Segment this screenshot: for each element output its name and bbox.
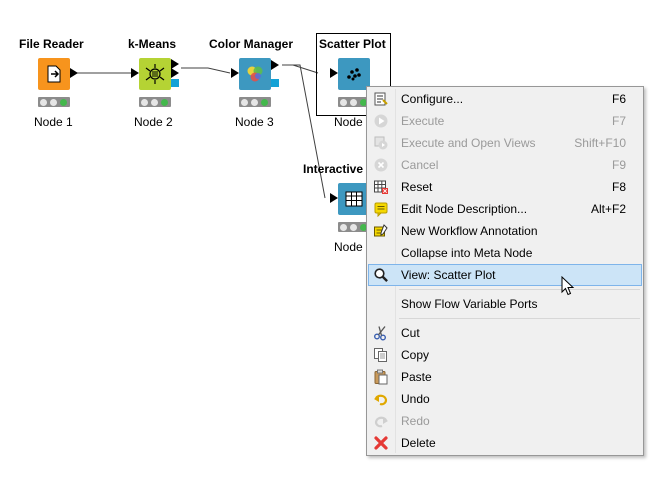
menu-item-label: Collapse into Meta Node — [401, 246, 533, 260]
delete-icon — [374, 436, 388, 450]
reset-icon — [374, 180, 388, 194]
connection-lines — [77, 64, 326, 199]
menu-item-label: Edit Node Description... — [401, 202, 528, 216]
menu-item-undo[interactable]: Undo — [368, 388, 642, 410]
mouse-cursor-icon — [561, 276, 575, 296]
menu-item-delete[interactable]: Delete — [368, 432, 642, 454]
menu-item-paste[interactable]: Paste — [368, 366, 642, 388]
menu-item-label: Cut — [401, 326, 420, 340]
configure-icon — [374, 92, 388, 106]
menu-separator — [399, 318, 640, 319]
cancel-icon — [374, 158, 388, 172]
node-label: Node 1 — [34, 115, 73, 129]
menu-item-shortcut: F7 — [611, 114, 626, 128]
menu-item-label: Execute — [401, 114, 445, 128]
menu-separator — [399, 289, 640, 290]
k-means-node[interactable] — [139, 58, 171, 90]
menu-item-show-flow-variable-ports[interactable]: Show Flow Variable Ports — [368, 293, 642, 315]
menu-item-cancel[interactable]: Cancel F9 — [368, 154, 642, 176]
menu-item-shortcut: F8 — [611, 180, 626, 194]
annotation-icon — [374, 224, 388, 237]
model-out-port[interactable] — [271, 79, 279, 87]
out-port-arrow[interactable] — [171, 68, 179, 78]
menu-item-shortcut: Alt+F2 — [590, 202, 626, 216]
menu-item-label: Cancel — [401, 158, 439, 172]
k-means-icon — [145, 64, 165, 84]
menu-item-label: Paste — [401, 370, 432, 384]
node-label: Node 3 — [235, 115, 274, 129]
menu-item-label: New Workflow Annotation — [401, 224, 538, 238]
menu-item-edit-node-description[interactable]: Edit Node Description... Alt+F2 — [368, 198, 642, 220]
menu-item-execute-open-views[interactable]: Execute and Open Views Shift+F10 — [368, 132, 642, 154]
file-reader-icon — [47, 65, 61, 83]
node-title: k-Means — [128, 37, 177, 51]
menu-item-label: Reset — [401, 180, 433, 194]
menu-item-redo[interactable]: Redo — [368, 410, 642, 432]
menu-item-new-workflow-annotation[interactable]: New Workflow Annotation — [368, 220, 642, 242]
copy-icon — [374, 348, 387, 362]
menu-item-label: Redo — [401, 414, 430, 428]
status-lights — [139, 97, 171, 107]
menu-item-execute[interactable]: Execute F7 — [368, 110, 642, 132]
menu-item-collapse-into-meta-node[interactable]: Collapse into Meta Node — [368, 242, 642, 264]
execute-icon — [374, 114, 388, 128]
node-title: Color Manager — [209, 37, 294, 51]
color-manager-node[interactable] — [239, 58, 271, 90]
undo-icon — [374, 394, 388, 406]
menu-item-label: Copy — [401, 348, 430, 362]
menu-item-shortcut: Shift+F10 — [574, 136, 626, 150]
menu-item-label: Show Flow Variable Ports — [401, 297, 538, 311]
node-title: File Reader — [19, 37, 84, 51]
menu-item-view-scatter-plot[interactable]: View: Scatter Plot — [368, 264, 642, 286]
menu-item-shortcut: F9 — [611, 158, 626, 172]
menu-item-label: Undo — [401, 392, 430, 406]
menu-item-configure[interactable]: Configure... F6 — [368, 88, 642, 110]
file-reader-node[interactable] — [38, 58, 70, 90]
in-port-arrow[interactable] — [330, 193, 338, 203]
menu-item-label: Execute and Open Views — [401, 136, 536, 150]
execute-open-views-icon — [374, 136, 388, 150]
status-lights — [38, 97, 70, 107]
menu-item-shortcut: F6 — [611, 92, 626, 106]
magnifier-icon — [374, 268, 388, 282]
menu-item-label: View: Scatter Plot — [401, 268, 496, 282]
in-port-arrow[interactable] — [231, 68, 239, 78]
node-label: Node 2 — [134, 115, 173, 129]
node-title: Interactive — [303, 162, 364, 176]
menu-item-copy[interactable]: Copy — [368, 344, 642, 366]
out-port-arrow[interactable] — [271, 60, 279, 70]
node-label: Node — [334, 115, 363, 129]
redo-icon — [374, 416, 388, 428]
menu-item-label: Delete — [401, 436, 436, 450]
model-out-port[interactable] — [171, 79, 179, 87]
menu-item-label: Configure... — [401, 92, 464, 106]
out-port-arrow[interactable] — [70, 68, 78, 78]
context-menu: Configure... F6 Execute F7 Execute and O… — [366, 86, 644, 456]
scissors-icon — [374, 326, 386, 341]
node-label: Node — [334, 240, 363, 254]
edit-description-icon — [374, 202, 388, 217]
in-port-arrow[interactable] — [330, 68, 338, 78]
node-title: Scatter Plot — [319, 37, 386, 51]
color-manager-icon — [247, 66, 263, 82]
menu-item-reset[interactable]: Reset F8 — [368, 176, 642, 198]
menu-item-cut[interactable]: Cut — [368, 322, 642, 344]
paste-icon — [374, 369, 388, 385]
status-lights — [239, 97, 271, 107]
in-port-arrow[interactable] — [131, 68, 139, 78]
